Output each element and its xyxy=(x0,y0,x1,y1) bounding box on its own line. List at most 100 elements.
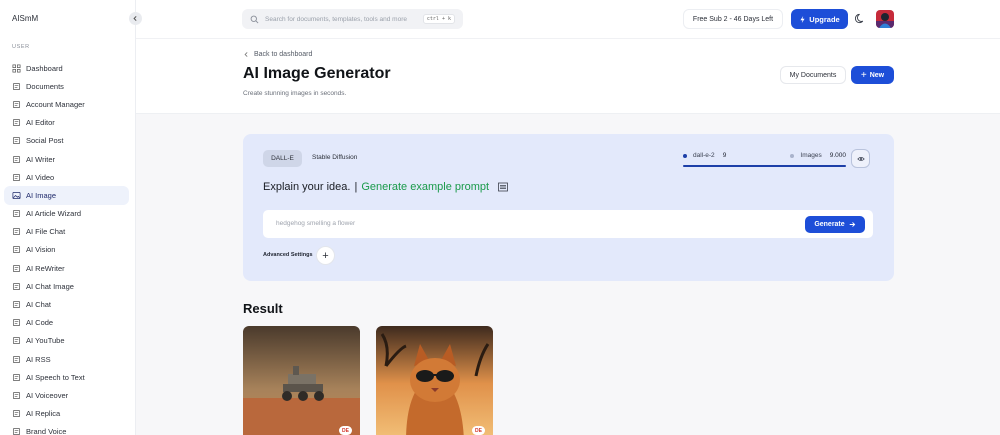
replica-icon xyxy=(12,409,21,418)
plan-badge[interactable]: Free Sub 2 - 46 Days Left xyxy=(683,9,783,29)
usage-meter: dall-e-2 9 Images 9.000 xyxy=(683,150,846,170)
sidebar-item-ai-youtube[interactable]: AI YouTube xyxy=(4,332,129,350)
file-chat-icon xyxy=(12,227,21,236)
sidebar-item-dashboard[interactable]: Dashboard xyxy=(4,59,129,77)
model-usage: dall-e-2 9 xyxy=(683,152,726,159)
avatar-image xyxy=(876,10,894,28)
search-icon xyxy=(250,15,259,23)
sidebar-item-label: AI Code xyxy=(26,318,54,328)
sidebar-collapse-button[interactable] xyxy=(129,12,142,25)
sidebar-item-ai-rss[interactable]: AI RSS xyxy=(4,350,129,368)
chat-image-icon xyxy=(12,282,21,291)
sidebar-item-ai-rewriter[interactable]: AI ReWriter xyxy=(4,259,129,277)
prompt-input[interactable]: hedgehog smelling a flower Generate xyxy=(263,210,873,238)
avatar[interactable] xyxy=(876,10,894,28)
sidebar-item-ai-vision[interactable]: AI Vision xyxy=(4,241,129,259)
top-bar: Search for documents, templates, tools a… xyxy=(136,0,1000,39)
page-title: AI Image Generator xyxy=(243,65,391,82)
toggle-visibility-button[interactable] xyxy=(851,149,870,168)
model-dot-icon xyxy=(683,153,687,158)
sidebar-item-social-post[interactable]: Social Post xyxy=(4,132,129,150)
sidebar-item-ai-video[interactable]: AI Video xyxy=(4,168,129,186)
sidebar-item-account-manager[interactable]: Account Manager xyxy=(4,95,129,113)
model-label: dall-e-2 xyxy=(693,152,715,159)
back-to-dashboard-link[interactable]: Back to dashboard xyxy=(243,51,312,58)
prompt-placeholder: hedgehog smelling a flower xyxy=(276,220,356,227)
search-placeholder: Search for documents, templates, tools a… xyxy=(265,15,407,23)
list-icon[interactable] xyxy=(498,182,509,192)
sidebar-item-ai-voiceover[interactable]: AI Voiceover xyxy=(4,386,129,404)
result-title: Result xyxy=(243,301,283,316)
code-icon xyxy=(12,318,21,327)
sidebar-item-label: Dashboard xyxy=(26,63,63,73)
generate-button[interactable]: Generate xyxy=(805,216,865,233)
sidebar-item-ai-editor[interactable]: AI Editor xyxy=(4,114,129,132)
back-label: Back to dashboard xyxy=(254,51,313,58)
prompt-heading-text: Explain your idea. xyxy=(263,181,351,193)
speaker-icon xyxy=(12,391,21,400)
plus-icon: + xyxy=(322,249,329,262)
advanced-settings-toggle[interactable]: + xyxy=(316,246,335,265)
sidebar-item-ai-file-chat[interactable]: AI File Chat xyxy=(4,223,129,241)
result-image-card[interactable]: DE xyxy=(376,326,493,435)
social-post-icon xyxy=(12,136,21,145)
editor-icon xyxy=(12,118,21,127)
brand-logo[interactable]: AISmM xyxy=(12,14,38,23)
documents-icon xyxy=(12,82,21,91)
sidebar-item-ai-article-wizard[interactable]: AI Article Wizard xyxy=(4,205,129,223)
sidebar-item-label: Account Manager xyxy=(26,99,85,109)
sidebar-item-ai-replica[interactable]: AI Replica xyxy=(4,405,129,423)
sidebar-item-ai-chat-image[interactable]: AI Chat Image xyxy=(4,277,129,295)
eye-icon xyxy=(856,156,865,161)
sidebar-item-ai-code[interactable]: AI Code xyxy=(4,314,129,332)
app-root: AISmM USER Dashboard Documents Account Man… xyxy=(0,0,1000,435)
new-button[interactable]: + New xyxy=(851,66,894,84)
search-input[interactable]: Search for documents, templates, tools a… xyxy=(242,9,463,29)
sidebar-item-label: Documents xyxy=(26,81,64,91)
writer-icon xyxy=(12,155,21,164)
sidebar-item-label: AI RSS xyxy=(26,354,51,364)
generate-example-prompt-link[interactable]: Generate example prompt xyxy=(361,181,489,193)
sidebar-item-label: AI Voiceover xyxy=(26,390,69,400)
microphone-icon xyxy=(12,373,21,382)
sidebar-item-ai-writer[interactable]: AI Writer xyxy=(4,150,129,168)
vision-icon xyxy=(12,245,21,254)
account-manager-icon xyxy=(12,100,21,109)
generate-label: Generate xyxy=(814,221,845,228)
chevron-left-icon xyxy=(244,52,248,57)
cat-sunglasses-image xyxy=(376,326,493,435)
my-documents-button[interactable]: My Documents xyxy=(780,66,846,84)
image-icon xyxy=(12,191,21,200)
sidebar-item-label: AI File Chat xyxy=(26,227,66,237)
model-value: 9 xyxy=(722,152,727,159)
result-image-card[interactable]: DE xyxy=(243,326,360,435)
tab-stable-diffusion[interactable]: Stable Diffusion xyxy=(312,154,357,161)
usage-progress-fill xyxy=(683,165,846,167)
upgrade-button[interactable]: Upgrade xyxy=(791,9,848,29)
moon-icon[interactable] xyxy=(855,13,866,24)
plus-icon: + xyxy=(860,69,867,81)
article-wizard-icon xyxy=(12,209,21,218)
sidebar-item-label: AI Image xyxy=(26,190,57,200)
rss-icon xyxy=(12,355,21,364)
brand-voice-icon xyxy=(12,427,21,435)
sidebar-item-label: AI YouTube xyxy=(26,336,65,346)
advanced-settings-label[interactable]: Advanced Settings xyxy=(263,252,313,258)
sidebar-item-label: AI Editor xyxy=(26,118,55,128)
video-icon xyxy=(12,173,21,182)
sidebar-item-brand-voice[interactable]: Brand Voice xyxy=(4,423,129,435)
tab-dalle[interactable]: DALL-E xyxy=(263,150,302,167)
sidebar-item-label: AI Vision xyxy=(26,245,56,255)
heading-separator: | xyxy=(354,181,358,193)
sidebar-item-documents[interactable]: Documents xyxy=(4,77,129,95)
sidebar-item-ai-chat[interactable]: AI Chat xyxy=(4,295,129,313)
rewriter-icon xyxy=(12,264,21,273)
prompt-heading: Explain your idea. | Generate example pr… xyxy=(263,181,509,193)
image-badge: DE xyxy=(472,426,485,435)
sidebar-item-ai-speech-to-text[interactable]: AI Speech to Text xyxy=(4,368,129,386)
dashboard-icon xyxy=(12,64,21,73)
chat-icon xyxy=(12,300,21,309)
upgrade-label: Upgrade xyxy=(809,14,840,24)
search-shortcut-badge: ctrl + k xyxy=(422,14,455,24)
sidebar-item-ai-image[interactable]: AI Image xyxy=(4,186,129,205)
